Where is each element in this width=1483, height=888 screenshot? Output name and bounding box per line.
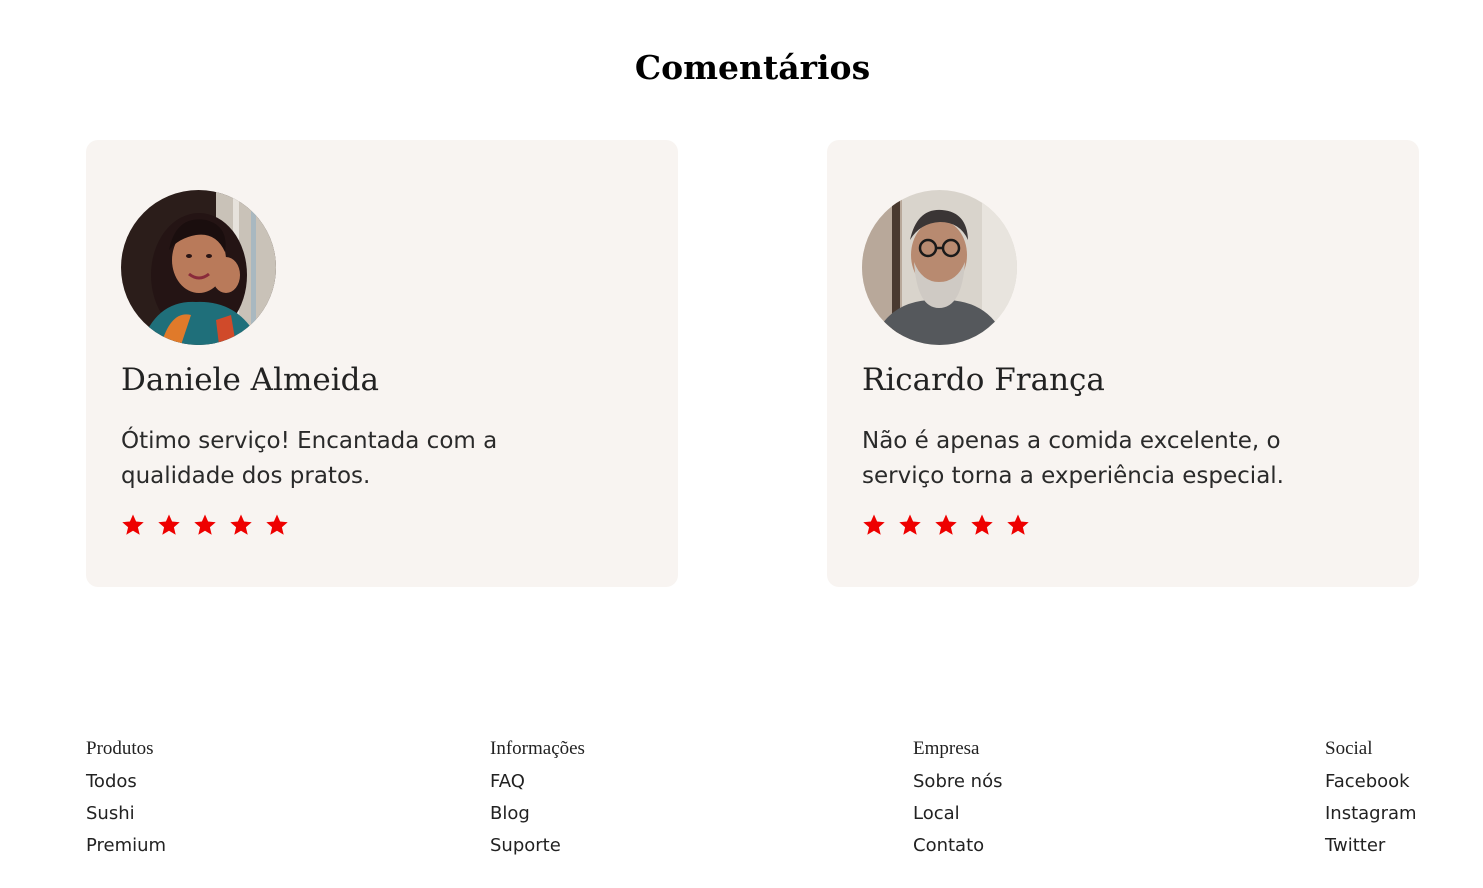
review-comment: Ótimo serviço! Encantada com a qualidade…	[121, 428, 498, 489]
review-card: Daniele Almeida Ótimo serviço! Encantada…	[86, 140, 678, 587]
star-icon	[971, 514, 993, 535]
footer-column-title: Social	[1325, 738, 1373, 759]
footer-link-todos[interactable]: Todos	[86, 766, 166, 798]
footer-link-sushi[interactable]: Sushi	[86, 798, 166, 830]
star-icon	[935, 514, 957, 535]
reviewer-name: Daniele Almeida	[121, 362, 379, 398]
footer-column-title: Empresa	[913, 738, 980, 759]
star-icon	[1007, 514, 1029, 535]
star-icon	[266, 514, 288, 535]
footer-link-twitter[interactable]: Twitter	[1325, 830, 1417, 862]
reviewer-avatar	[121, 190, 276, 345]
star-icon	[230, 514, 252, 535]
footer-link-sobre-nos[interactable]: Sobre nós	[913, 766, 1002, 798]
star-icon	[194, 514, 216, 535]
bearded-man-portrait-icon	[862, 190, 1017, 345]
woman-portrait-icon	[121, 190, 276, 345]
footer-link-faq[interactable]: FAQ	[490, 766, 585, 798]
reviewer-name: Ricardo França	[862, 362, 1105, 398]
footer-link-suporte[interactable]: Suporte	[490, 830, 585, 862]
star-icon	[158, 514, 180, 535]
reviewer-avatar	[862, 190, 1017, 345]
star-icon	[899, 514, 921, 535]
star-icon	[863, 514, 885, 535]
footer-column-title: Informações	[490, 738, 585, 759]
footer-link-facebook[interactable]: Facebook	[1325, 766, 1417, 798]
star-rating	[121, 513, 289, 537]
footer-column-empresa: Empresa Sobre nós Local Contato	[913, 738, 1002, 862]
review-card: Ricardo França Não é apenas a comida exc…	[827, 140, 1419, 587]
star-rating	[862, 513, 1030, 537]
footer-column-title: Produtos	[86, 738, 154, 759]
footer-link-instagram[interactable]: Instagram	[1325, 798, 1417, 830]
footer-link-local[interactable]: Local	[913, 798, 1002, 830]
footer-column-produtos: Produtos Todos Sushi Premium	[86, 738, 166, 862]
footer-link-blog[interactable]: Blog	[490, 798, 585, 830]
footer-link-contato[interactable]: Contato	[913, 830, 1002, 862]
review-comment: Não é apenas a comida excelente, o servi…	[862, 428, 1284, 489]
footer-column-informacoes: Informações FAQ Blog Suporte	[490, 738, 585, 862]
star-icon	[122, 514, 144, 535]
footer-link-premium[interactable]: Premium	[86, 830, 166, 862]
footer-column-social: Social Facebook Instagram Twitter	[1325, 738, 1417, 862]
section-title: Comentários	[634, 48, 871, 87]
